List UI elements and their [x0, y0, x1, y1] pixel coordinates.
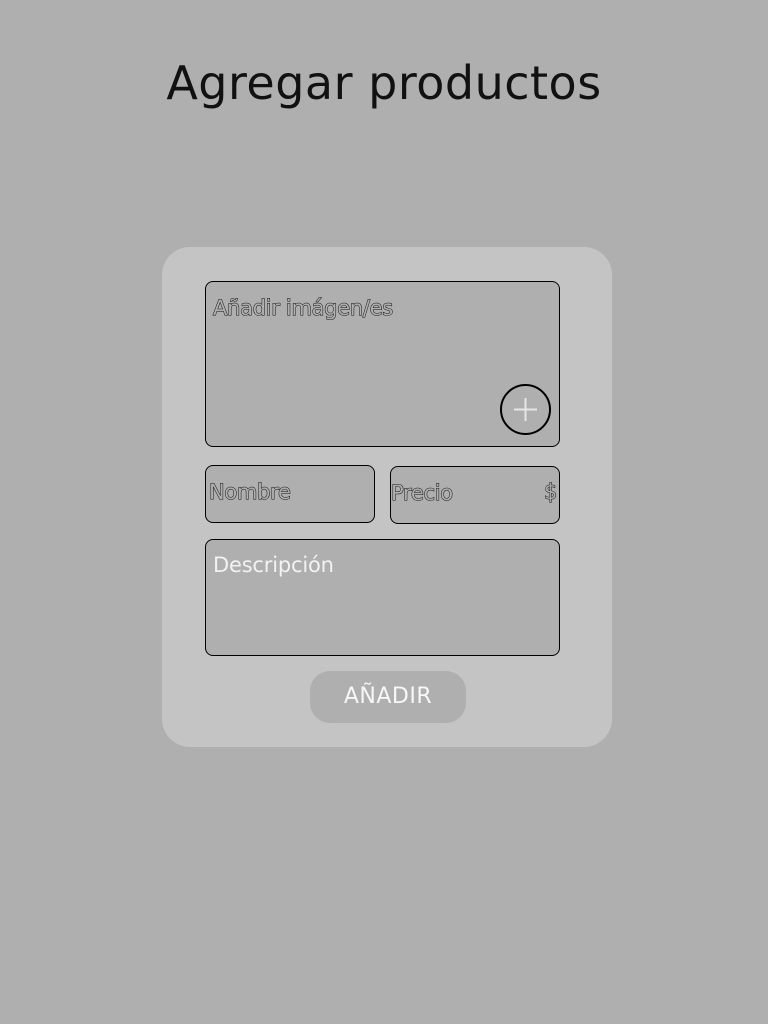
price-placeholder: Precio — [391, 481, 454, 506]
name-field[interactable]: Nombre — [205, 465, 375, 523]
name-placeholder: Nombre — [209, 480, 292, 505]
price-field[interactable]: Precio $ — [390, 466, 560, 524]
add-button[interactable]: AÑADIR — [310, 671, 466, 723]
add-image-button[interactable] — [500, 384, 551, 435]
plus-icon — [514, 398, 537, 421]
image-upload-area[interactable]: Añadir imágen/es — [205, 281, 560, 447]
currency-symbol: $ — [543, 480, 557, 505]
add-product-form: Añadir imágen/es Nombre Precio $ Descrip… — [162, 247, 612, 747]
image-upload-label: Añadir imágen/es — [213, 296, 394, 321]
description-placeholder: Descripción — [213, 553, 334, 577]
description-field[interactable]: Descripción — [205, 539, 560, 656]
page-title: Agregar productos — [166, 56, 602, 110]
